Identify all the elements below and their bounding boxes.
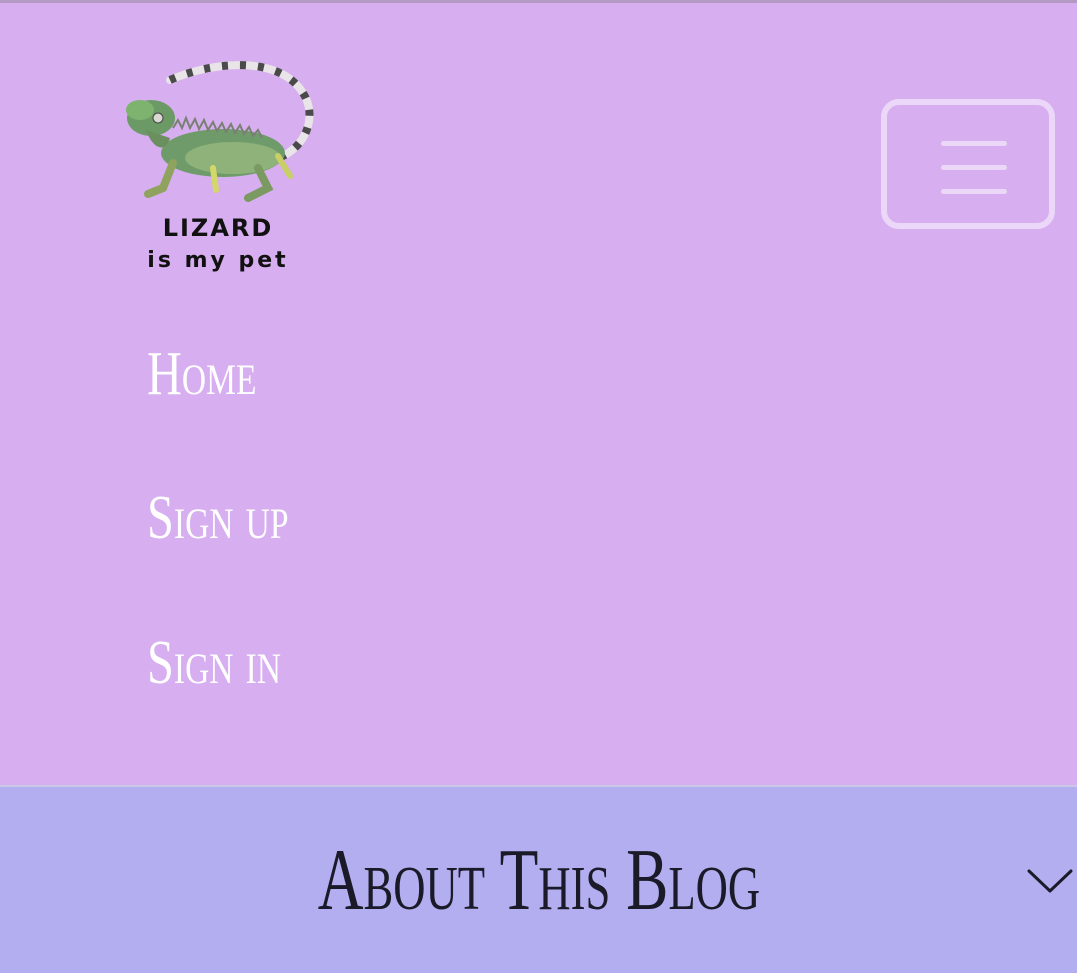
- about-this-blog-title: About This Blog: [317, 832, 761, 929]
- iguana-logo-icon: [126, 61, 314, 202]
- logo-text-line1: LIZARD: [162, 214, 274, 242]
- nav-link-sign-in[interactable]: Sign in: [147, 632, 281, 694]
- site-header: LIZARD is my pet Home Sign up Sign in: [0, 3, 1077, 785]
- about-this-blog-accordion[interactable]: About This Blog: [0, 785, 1077, 973]
- chevron-down-icon: [1027, 869, 1073, 893]
- page: LIZARD is my pet Home Sign up Sign in Ab…: [0, 0, 1077, 973]
- menu-toggle-button[interactable]: [881, 99, 1055, 229]
- hamburger-menu-icon-bar: [941, 189, 1007, 194]
- nav-link-home[interactable]: Home: [147, 343, 256, 405]
- site-logo[interactable]: LIZARD is my pet: [118, 58, 328, 288]
- hamburger-menu-icon-bar: [941, 165, 1007, 170]
- nav-link-sign-up[interactable]: Sign up: [147, 487, 288, 549]
- hamburger-menu-icon-bar: [941, 141, 1007, 146]
- logo-text-line2: is my pet: [147, 248, 289, 273]
